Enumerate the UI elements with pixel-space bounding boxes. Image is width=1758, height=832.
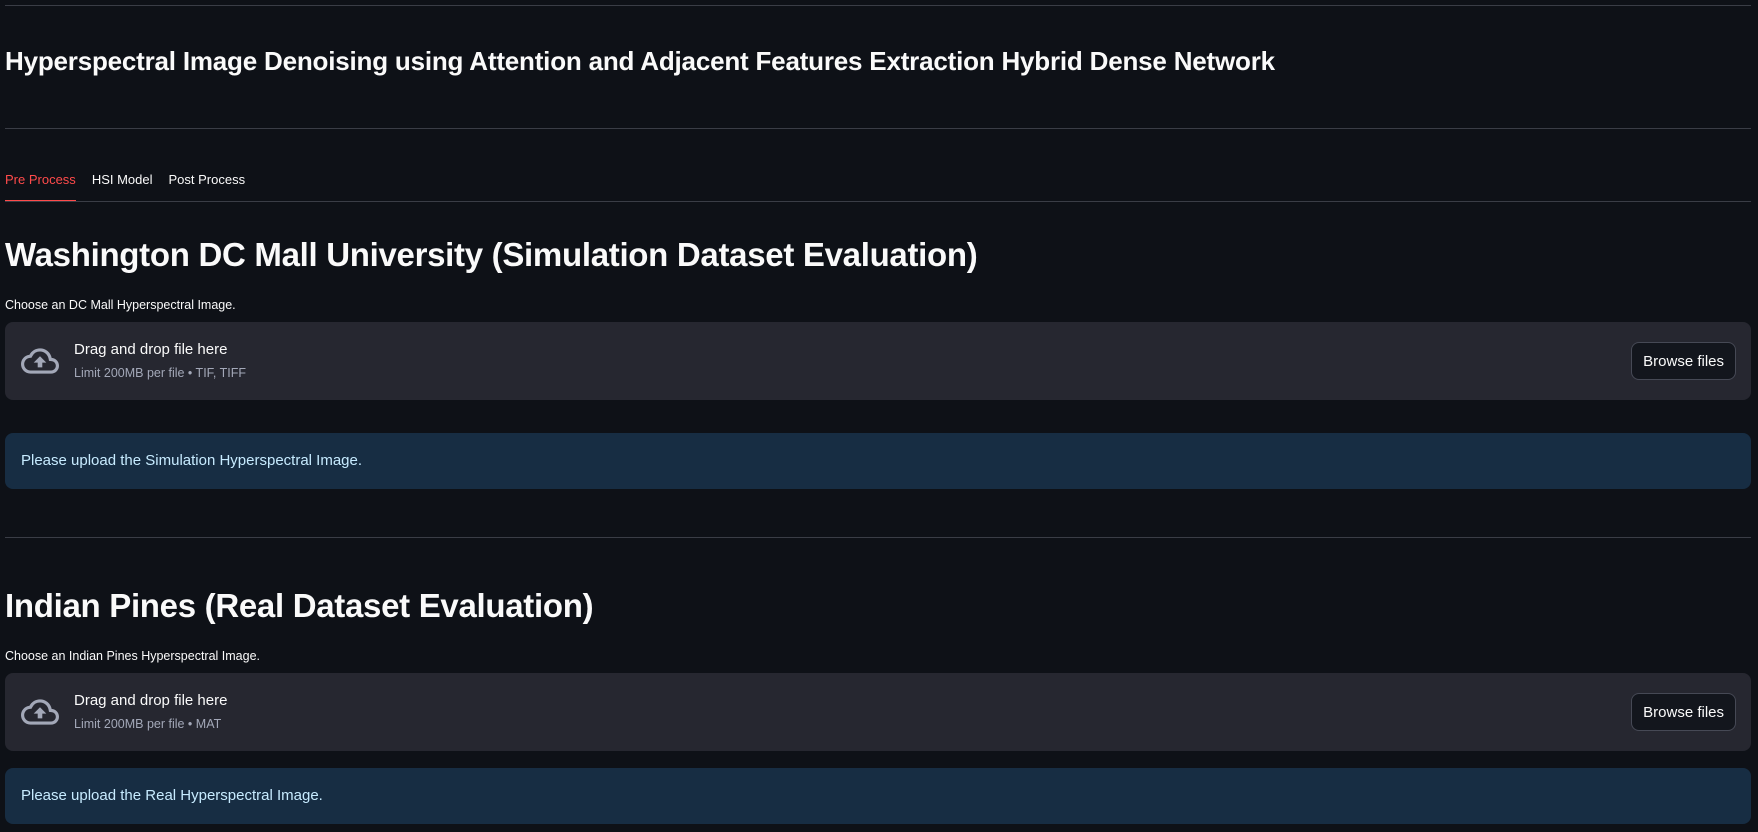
cloud-upload-icon	[21, 348, 59, 374]
cloud-upload-icon	[21, 699, 59, 725]
top-divider	[5, 5, 1751, 6]
dropzone-instructions: Drag and drop file here	[74, 341, 228, 358]
section-title-simulation: Washington DC Mall University (Simulatio…	[5, 236, 978, 273]
info-alert-real: Please upload the Real Hyperspectral Ima…	[5, 768, 1751, 824]
tab-pre-process[interactable]: Pre Process	[5, 172, 76, 202]
tab-bar: Pre Process HSI Model Post Process	[5, 172, 246, 202]
tab-hsi-model[interactable]: HSI Model	[92, 172, 153, 201]
file-dropzone-real[interactable]: Drag and drop file here Limit 200MB per …	[5, 673, 1751, 751]
browse-files-button[interactable]: Browse files	[1631, 693, 1736, 731]
dropzone-limit: Limit 200MB per file • MAT	[74, 717, 222, 731]
section-title-real: Indian Pines (Real Dataset Evaluation)	[5, 587, 594, 624]
dropzone-limit: Limit 200MB per file • TIF, TIFF	[74, 366, 247, 380]
info-alert-simulation: Please upload the Simulation Hyperspectr…	[5, 433, 1751, 489]
app-page: Hyperspectral Image Denoising using Atte…	[0, 0, 1758, 832]
tab-post-process[interactable]: Post Process	[169, 172, 246, 201]
app-title: Hyperspectral Image Denoising using Atte…	[5, 46, 1275, 76]
title-divider	[5, 128, 1751, 129]
tab-border	[5, 201, 1751, 202]
info-alert-text: Please upload the Simulation Hyperspectr…	[21, 452, 363, 469]
uploader-label-real: Choose an Indian Pines Hyperspectral Ima…	[5, 649, 261, 663]
info-alert-text: Please upload the Real Hyperspectral Ima…	[21, 787, 323, 804]
section-divider	[5, 537, 1751, 538]
file-dropzone-simulation[interactable]: Drag and drop file here Limit 200MB per …	[5, 322, 1751, 400]
uploader-label-simulation: Choose an DC Mall Hyperspectral Image.	[5, 298, 236, 312]
browse-files-button[interactable]: Browse files	[1631, 342, 1736, 380]
dropzone-instructions: Drag and drop file here	[74, 692, 228, 709]
